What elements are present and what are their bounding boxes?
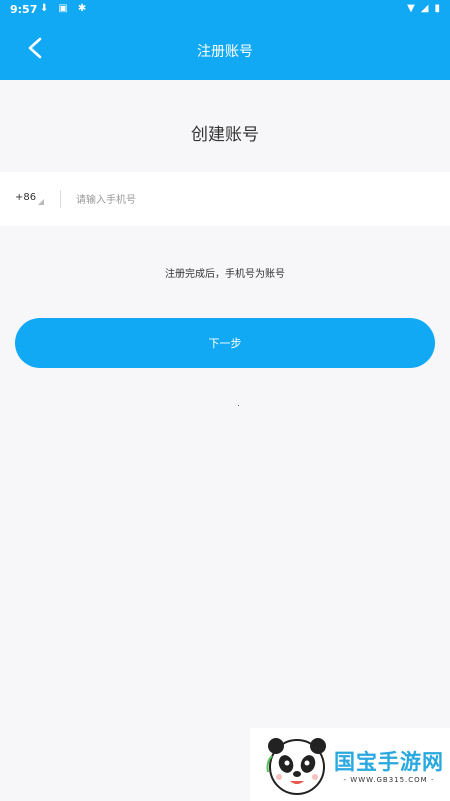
bug-icon: ✱ (77, 3, 87, 14)
phone-input-row: +86 (0, 172, 450, 226)
app-header: 9:57 ⬇ ▣ ✱ ▼ ◢ ▮ 注册账号 (0, 0, 450, 80)
watermark-title: 国宝手游网 (334, 749, 444, 774)
divider (60, 190, 61, 208)
form-heading: 创建账号 (191, 125, 259, 145)
next-button[interactable]: 下一步 (15, 318, 435, 368)
wifi-icon: ▼ (407, 3, 415, 14)
status-icons-left: ⬇ ▣ ✱ (40, 3, 86, 14)
phone-input[interactable] (74, 186, 438, 214)
status-time: 9:57 (10, 3, 38, 16)
watermark: 国宝手游网 - WWW.GB315.COM - (250, 728, 450, 801)
status-icons-right: ▼ ◢ ▮ (407, 3, 440, 14)
account-hint: 注册完成后，手机号为账号 (165, 269, 285, 280)
dot (238, 405, 239, 406)
panda-logo-icon (266, 737, 326, 795)
country-code-selector[interactable]: +86 (15, 192, 36, 203)
page-title: 注册账号 (197, 44, 253, 60)
status-bar: 9:57 ⬇ ▣ ✱ ▼ ◢ ▮ (0, 0, 450, 20)
a-icon: ▣ (58, 3, 68, 14)
dropdown-corner-icon (38, 199, 44, 205)
signal-icon: ◢ (420, 3, 429, 14)
watermark-url: - WWW.GB315.COM - (343, 775, 435, 784)
battery-icon: ▮ (434, 3, 440, 14)
download-icon: ⬇ (40, 3, 49, 14)
nav-bar: 注册账号 (0, 20, 450, 80)
